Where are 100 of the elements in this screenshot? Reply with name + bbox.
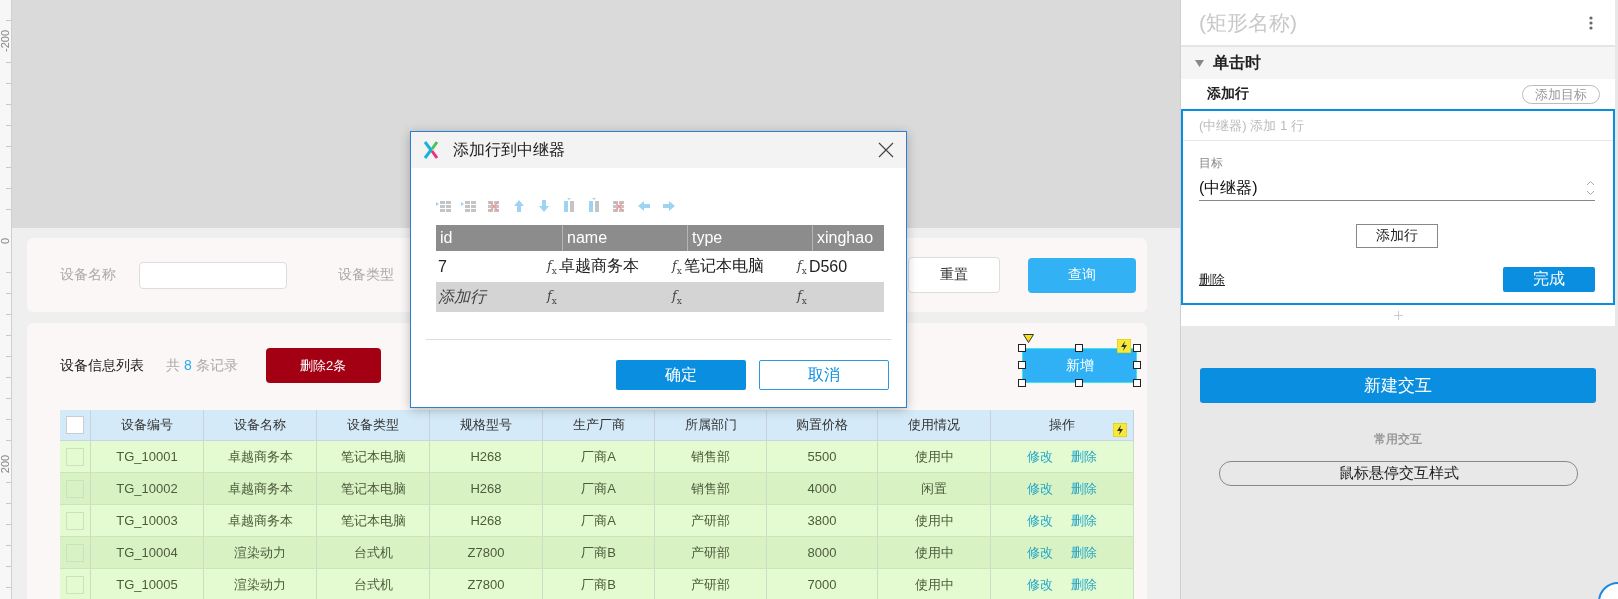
formula-mark[interactable]: f$_{x}$ [672, 288, 682, 306]
table-cell: Z7800 [430, 569, 543, 599]
arrow-up-icon[interactable] [511, 198, 527, 214]
add-row-button[interactable]: 添加行 [1356, 224, 1438, 248]
delete-link[interactable]: 删除 [1071, 543, 1097, 562]
logo-icon [423, 141, 439, 159]
table-cell: 产研部 [655, 537, 767, 568]
resize-handle[interactable] [1075, 344, 1083, 352]
table-cell: 使用中 [878, 569, 991, 599]
lightning-icon[interactable] [1113, 423, 1127, 437]
triangle-icon[interactable] [1023, 334, 1034, 343]
edit-link[interactable]: 修改 [1027, 479, 1053, 498]
table-cell: H268 [430, 505, 543, 536]
edit-link[interactable]: 修改 [1027, 575, 1053, 594]
interaction-preset-button[interactable]: 鼠标悬停交互样式 [1219, 461, 1578, 486]
resize-handle[interactable] [1075, 379, 1083, 387]
table-cell: 厂商A [543, 441, 655, 472]
confirm-button[interactable]: 确定 [616, 360, 746, 390]
table-cell: 厂商A [543, 473, 655, 504]
field-label: 设备类型 [338, 266, 394, 284]
row-checkbox[interactable] [66, 511, 84, 530]
delete-link[interactable]: 删除 [1071, 575, 1097, 594]
delete-link[interactable]: 删除 [1071, 479, 1097, 498]
resize-handle[interactable] [1018, 344, 1026, 352]
arrow-down-icon[interactable] [536, 198, 552, 214]
delete-link[interactable]: 删除 [1071, 511, 1097, 530]
table-cell: 笔记本电脑 [317, 441, 430, 472]
table-cell: 笔记本电脑 [317, 505, 430, 536]
column-header: 规格型号 [430, 410, 543, 440]
add-icon[interactable] [1393, 311, 1403, 320]
resize-handle[interactable] [1133, 344, 1141, 352]
table-cell: TG_10004 [91, 537, 204, 568]
edit-link[interactable]: 修改 [1027, 543, 1053, 562]
formula-mark[interactable]: f$_{x}$ [797, 257, 807, 276]
new-interaction-button[interactable]: 新建交互 [1200, 368, 1596, 403]
column-header: 设备编号 [91, 410, 204, 440]
select-all-checkbox[interactable] [66, 416, 84, 434]
columns-icon[interactable] [561, 198, 577, 214]
table-cell: 7000 [767, 569, 878, 599]
query-button[interactable]: 查询 [1028, 257, 1136, 293]
chevron-icon [1586, 180, 1595, 196]
resize-handle[interactable] [1133, 379, 1141, 387]
table-cell: Z7800 [430, 537, 543, 568]
formula-mark[interactable]: f$_{x}$ [672, 257, 682, 276]
table-cell: 销售部 [655, 473, 767, 504]
table-cell: 4000 [767, 473, 878, 504]
table-cell: 8000 [767, 537, 878, 568]
close-icon[interactable] [878, 142, 894, 158]
target-select[interactable]: (中继器) [1199, 176, 1595, 201]
lightning-icon[interactable] [1117, 339, 1131, 353]
table-cell: 产研部 [655, 569, 767, 599]
more-icon[interactable] [1589, 16, 1593, 30]
reset-button[interactable]: 重置 [908, 257, 1000, 293]
table-cell: H268 [430, 473, 543, 504]
row-checkbox[interactable] [66, 575, 84, 594]
resize-handle[interactable] [1018, 379, 1026, 387]
formula-mark[interactable]: f$_{x}$ [797, 288, 807, 306]
resize-handle[interactable] [1018, 361, 1026, 369]
formula-mark[interactable]: f$_{x}$ [547, 257, 557, 276]
table-cell: 厂商B [543, 537, 655, 568]
table-cell: 销售部 [655, 441, 767, 472]
list-title: 设备信息列表 [60, 356, 144, 375]
table-cell: TG_10003 [91, 505, 204, 536]
add-button[interactable]: 新增 [1022, 348, 1137, 383]
resize-handle[interactable] [1133, 361, 1141, 369]
grid-icon[interactable] [436, 198, 452, 214]
delete-link[interactable]: 删除 [1071, 447, 1097, 466]
column-header: id [439, 228, 454, 248]
delete-button[interactable]: 删除2条 [265, 348, 381, 383]
done-button[interactable]: 完成 [1503, 267, 1595, 292]
column-header: 使用情况 [878, 410, 991, 440]
table-cell: 台式机 [317, 569, 430, 599]
grid-cross-icon[interactable] [611, 198, 627, 214]
add-target-button[interactable]: 添加目标 [1522, 84, 1600, 104]
caret-icon[interactable] [1195, 59, 1204, 67]
table-cell: 台式机 [317, 537, 430, 568]
grid-icon[interactable] [461, 198, 477, 214]
record-count: 共 8 条记录 [166, 356, 238, 375]
ruler-label: 200 [0, 453, 11, 475]
row-checkbox[interactable] [66, 447, 84, 466]
columns-icon[interactable] [586, 198, 602, 214]
action-summary: (中继器) 添加 1 行 [1183, 111, 1613, 141]
edit-link[interactable]: 修改 [1027, 511, 1053, 530]
input-field[interactable] [139, 261, 287, 289]
column-header: 生产厂商 [543, 410, 655, 440]
formula-mark[interactable]: f$_{x}$ [547, 288, 557, 306]
table-cell: 卓越商务本 [204, 441, 317, 472]
table-cell: TG_10001 [91, 441, 204, 472]
target-label: 目标 [1199, 155, 1224, 172]
edit-link[interactable]: 修改 [1027, 447, 1053, 466]
arrow-right-icon[interactable] [661, 198, 677, 214]
table-cell: 使用中 [878, 505, 991, 536]
event-header[interactable]: 单击时 [1181, 47, 1615, 79]
arrow-left-icon[interactable] [636, 198, 652, 214]
table-cell: 使用中 [878, 441, 991, 472]
cancel-button[interactable]: 取消 [759, 360, 889, 390]
table-cell: H268 [430, 441, 543, 472]
delete-link[interactable]: 删除 [1199, 270, 1225, 289]
table-cell: 笔记本电脑 [317, 473, 430, 504]
grid-cross-icon[interactable] [486, 198, 502, 214]
